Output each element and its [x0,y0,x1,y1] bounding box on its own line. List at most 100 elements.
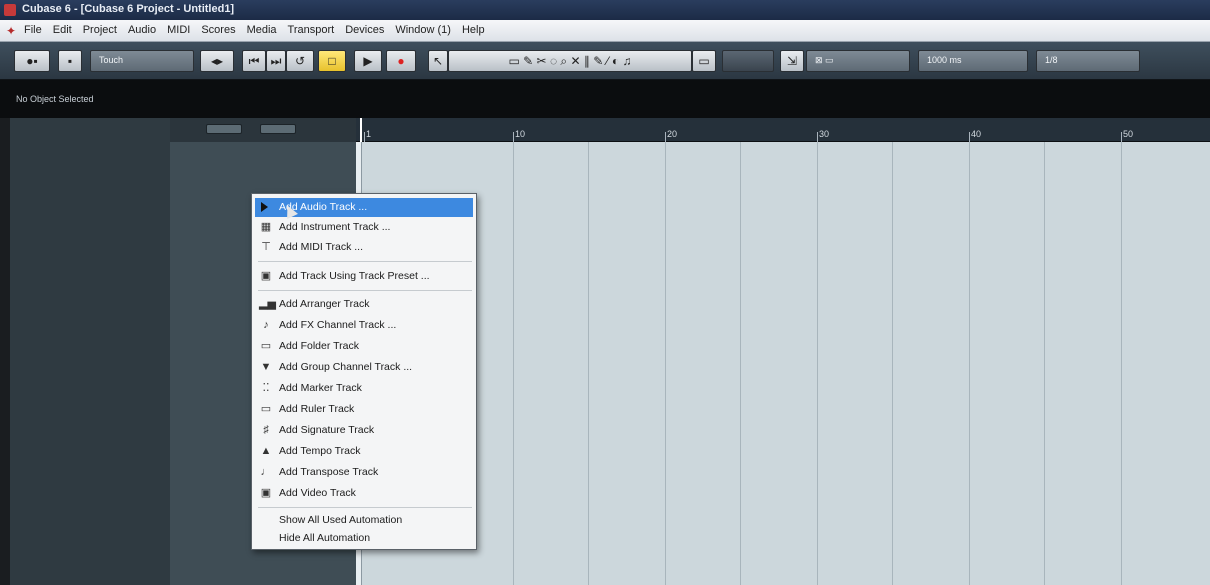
menu-devices[interactable]: Devices [345,24,384,36]
activate-icon: ●▪ [26,54,38,68]
menu-item-label: Hide All Automation [279,532,371,544]
play-button[interactable]: ▶ [354,50,382,72]
menu-audio[interactable]: Audio [128,24,156,36]
grid-line [817,142,818,585]
menu-transport[interactable]: Transport [288,24,335,36]
ruler-label: 1 [366,129,372,139]
track-preset-icon: ▣ [260,270,272,282]
nudge-value-select[interactable]: 1000 ms [918,50,1028,72]
menu-scores[interactable]: Scores [201,24,235,36]
inspector-panel [10,118,170,585]
menu-bar: ✦ File Edit Project Audio MIDI Scores Me… [0,20,1210,42]
menu-item-label: Add Signature Track [279,424,375,436]
menu-item-label: Add Marker Track [279,382,362,394]
menu-item-add-ruler-track[interactable]: ▭ Add Ruler Track [255,400,473,419]
menu-file[interactable]: File [24,24,42,36]
menu-item-add-folder-track[interactable]: ▭ Add Folder Track [255,337,473,356]
ruler-tick [1121,132,1122,142]
midi-track-icon: ⊤ [261,241,271,253]
edit-tools-icons: ▭ ✎ ✂ ◌ ⌕ ✕ ∥ ✎ ⁄ ◐ ♫ [508,54,632,68]
ruler-track-icon: ▭ [260,403,272,415]
menu-project[interactable]: Project [83,24,117,36]
menu-item-add-transpose-track[interactable]: ♩ Add Transpose Track [255,463,473,482]
menu-item-add-video-track[interactable]: ▣ Add Video Track [255,484,473,503]
add-track-context-menu: Add Audio Track ... ▦ Add Instrument Tra… [251,193,477,550]
grid-line [513,142,514,585]
menu-separator [258,290,472,291]
cycle-icon: ↺ [294,54,306,68]
ruler-tick [513,132,514,142]
group-channel-icon: ▼ [260,361,272,373]
automation-mode-select[interactable]: Touch [90,50,194,72]
edit-tools-group[interactable]: ▭ ✎ ✂ ◌ ⌕ ✕ ∥ ✎ ⁄ ◐ ♫ [448,50,692,72]
go-to-end-button[interactable]: ⏭ [266,50,286,72]
ruler-tick [817,132,818,142]
snap-on-off-button[interactable]: ⇲ [780,50,804,72]
object-selection-tool[interactable]: ↖ [428,50,448,72]
menu-item-add-midi-track[interactable]: ⊤ Add MIDI Track ... [255,238,473,257]
menu-edit[interactable]: Edit [53,24,72,36]
instrument-track-icon: ▦ [260,221,272,233]
menu-help[interactable]: Help [462,24,485,36]
ruler-tick [969,132,970,142]
event-display[interactable] [356,142,1210,585]
transpose-track-icon: ♩ [260,466,272,478]
quantize-preset-select[interactable]: 1/8 [1036,50,1140,72]
stop-button[interactable]: □ [318,50,346,72]
arranger-track-icon: ▂▅ [259,298,276,310]
snap-mode-button[interactable]: ◂▸ [200,50,234,72]
snap-mode-icon: ◂▸ [210,54,224,68]
menu-item-label: Add Tempo Track [279,445,361,457]
activate-project-button[interactable]: ●▪ [14,50,50,72]
go-to-end-icon: ⏭ [270,54,282,68]
color-select[interactable] [722,50,774,72]
menu-item-add-fx-channel-track[interactable]: ♪ Add FX Channel Track ... [255,316,473,335]
window-title: Cubase 6 - [Cubase 6 Project - Untitled1… [22,3,235,15]
autoscroll-button[interactable]: ▭ [692,50,716,72]
record-icon: ● [397,54,405,68]
menu-item-label: Add Group Channel Track ... [279,361,413,373]
menu-media[interactable]: Media [247,24,277,36]
menu-midi[interactable]: MIDI [167,24,190,36]
constrain-delay-icon: ▪ [67,54,73,68]
ruler-tick [364,132,365,142]
menu-item-add-track-using-preset[interactable]: ▣ Add Track Using Track Preset ... [255,267,473,286]
grid-type-select[interactable]: ⊠ ▭ [806,50,910,72]
title-bar: Cubase 6 - [Cubase 6 Project - Untitled1… [0,0,1210,20]
ruler-label: 10 [515,129,526,139]
constrain-delay-button[interactable]: ▪ [58,50,82,72]
go-to-start-button[interactable]: ⏮ [242,50,266,72]
menu-item-add-group-channel-track[interactable]: ▼ Add Group Channel Track ... [255,358,473,377]
grid-line [740,142,741,585]
menu-item-label: Add Ruler Track [279,403,355,415]
project-toolbar: ●▪ ▪ Touch ◂▸ ⏮ ⏭ ↺ □ ▶ ● ↖ ▭ ✎ ✂ ◌ ⌕ ✕ … [0,42,1210,80]
menu-separator [258,261,472,262]
menu-item-add-instrument-track[interactable]: ▦ Add Instrument Track ... [255,218,473,237]
menu-window[interactable]: Window (1) [395,24,451,36]
ruler-label: 30 [819,129,830,139]
menu-item-add-tempo-track[interactable]: ▲ Add Tempo Track [255,442,473,461]
timeline-ruler[interactable]: 1 10 20 30 40 50 [356,118,1210,142]
menu-item-show-all-used-automation[interactable]: Show All Used Automation [255,511,473,530]
menu-item-label: Add Arranger Track [279,298,370,310]
play-icon: ▶ [363,54,373,68]
ruler-label: 20 [667,129,678,139]
track-list-header-button-1[interactable] [206,124,242,134]
menu-item-label: Add FX Channel Track ... [279,319,397,331]
menu-item-add-signature-track[interactable]: ♯ Add Signature Track [255,421,473,440]
tempo-track-icon: ▲ [260,445,272,457]
menu-item-add-marker-track[interactable]: ⁚⁚ Add Marker Track [255,379,473,398]
quantize-preset-value: 1/8 [1045,55,1058,65]
menu-item-add-arranger-track[interactable]: ▂▅ Add Arranger Track [255,295,473,314]
menu-item-label: Show All Used Automation [279,514,403,526]
cycle-button[interactable]: ↺ [286,50,314,72]
grid-line [588,142,589,585]
project-cursor-marker[interactable] [360,118,362,142]
menu-item-label: Add MIDI Track ... [279,241,364,253]
track-list-header-button-2[interactable] [260,124,296,134]
menu-item-hide-all-automation[interactable]: Hide All Automation [255,529,473,548]
record-button[interactable]: ● [386,50,416,72]
menu-item-label: Add Transpose Track [279,466,379,478]
info-line-status: No Object Selected [16,94,94,104]
info-line: No Object Selected [0,80,1210,118]
